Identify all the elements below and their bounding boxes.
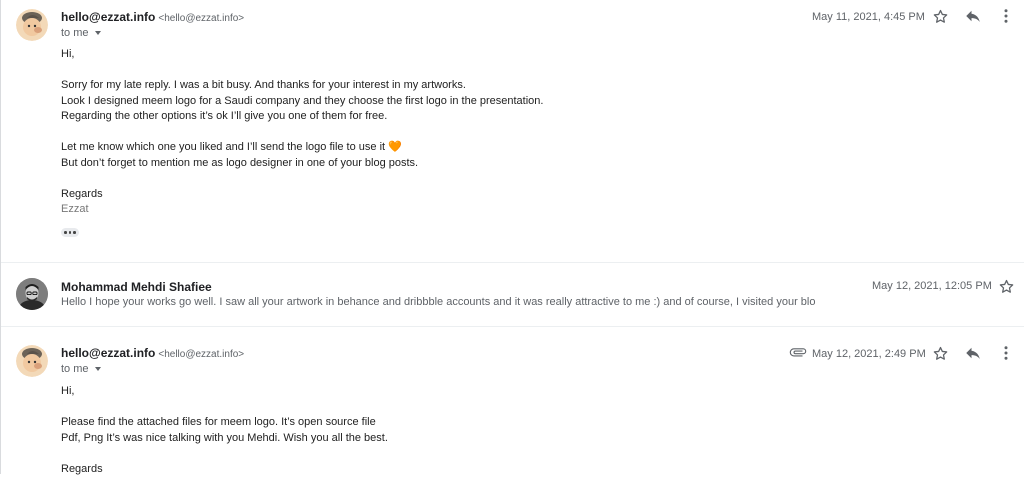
more-vert-icon <box>997 7 1015 25</box>
message-date: May 12, 2021, 12:05 PM <box>872 280 992 292</box>
more-options-button[interactable] <box>996 343 1016 363</box>
message-1: hello@ezzat.info<hello@ezzat.info> to me… <box>1 0 1024 262</box>
email-thread: hello@ezzat.info<hello@ezzat.info> to me… <box>0 0 1024 474</box>
body-line: Look I designed meem logo for a Saudi co… <box>61 94 543 110</box>
chevron-down-icon <box>95 367 101 371</box>
message-date: May 12, 2021, 2:49 PM <box>812 348 926 360</box>
body-line: Sorry for my late reply. I was a bit bus… <box>61 78 543 94</box>
sender-email: <hello@ezzat.info> <box>158 13 244 24</box>
sender-avatar[interactable] <box>16 278 48 310</box>
signature: Ezzat <box>61 202 543 218</box>
body-line: Regarding the other options it’s ok I’ll… <box>61 109 543 125</box>
sender-avatar[interactable] <box>16 345 48 377</box>
reply-button[interactable] <box>963 343 983 363</box>
message-date: May 11, 2021, 4:45 PM <box>812 11 925 23</box>
star-icon <box>932 345 949 362</box>
star-button[interactable] <box>930 6 950 26</box>
recipient-label: to me <box>61 27 89 39</box>
body-line: Hi, <box>61 384 388 400</box>
show-trimmed-content-button[interactable] <box>61 228 79 237</box>
recipient-label: to me <box>61 363 89 375</box>
sender-name: Mohammad Mehdi Shafiee <box>61 280 212 294</box>
reply-icon <box>964 344 982 362</box>
more-vert-icon <box>997 344 1015 362</box>
reply-button[interactable] <box>963 6 983 26</box>
reply-icon <box>964 7 982 25</box>
body-line: Pdf, Png It’s was nice talking with you … <box>61 431 388 447</box>
attachment-indicator <box>788 342 808 362</box>
body-line: Regards <box>61 187 543 203</box>
sender-avatar[interactable] <box>16 9 48 41</box>
sender-name[interactable]: hello@ezzat.info<hello@ezzat.info> <box>61 10 244 24</box>
recipient-dropdown[interactable]: to me <box>61 363 101 375</box>
body-line: Please find the attached files for meem … <box>61 415 388 431</box>
star-button[interactable] <box>996 276 1016 296</box>
recipient-dropdown[interactable]: to me <box>61 27 101 39</box>
message-body: Hi, Please find the attached files for m… <box>61 384 388 477</box>
star-icon <box>932 8 949 25</box>
body-line: But don’t forget to mention me as logo d… <box>61 156 543 172</box>
message-3: hello@ezzat.info<hello@ezzat.info> to me… <box>1 327 1024 474</box>
sender-email: <hello@ezzat.info> <box>158 349 244 360</box>
paperclip-icon <box>789 343 807 361</box>
more-options-button[interactable] <box>996 6 1016 26</box>
message-snippet: Hello I hope your works go well. I saw a… <box>61 296 815 308</box>
sender-name[interactable]: hello@ezzat.info<hello@ezzat.info> <box>61 346 244 360</box>
body-line: Let me know which one you liked and I’ll… <box>61 140 543 156</box>
star-icon <box>998 278 1015 295</box>
message-body: Hi, Sorry for my late reply. I was a bit… <box>61 47 543 218</box>
message-2-collapsed[interactable]: Mohammad Mehdi Shafiee Hello I hope your… <box>1 263 1024 326</box>
body-line: Hi, <box>61 47 543 63</box>
body-line: Regards <box>61 462 388 477</box>
chevron-down-icon <box>95 31 101 35</box>
star-button[interactable] <box>930 343 950 363</box>
